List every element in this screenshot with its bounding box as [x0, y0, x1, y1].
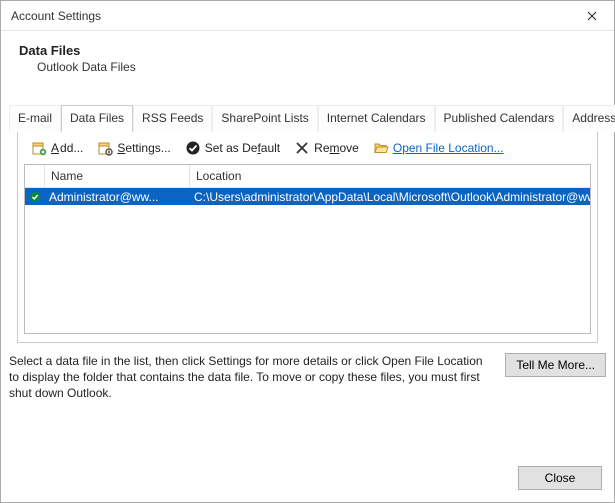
- remove-button[interactable]: Remove: [287, 137, 366, 159]
- list-item[interactable]: Administrator@ww... C:\Users\administrat…: [25, 188, 590, 205]
- remove-label: Remove: [314, 141, 359, 155]
- page-title: Data Files: [19, 43, 596, 58]
- checkmark-circle-icon: [185, 140, 201, 156]
- tab-data-files[interactable]: Data Files: [61, 105, 133, 132]
- row-location: C:\Users\administrator\AppData\Local\Mic…: [190, 189, 590, 205]
- tab-email[interactable]: E-mail: [9, 105, 61, 132]
- default-indicator: [25, 189, 45, 205]
- column-location[interactable]: Location: [190, 165, 590, 188]
- add-label: dd...: [60, 141, 83, 155]
- set-default-label: Set as Default: [205, 141, 280, 155]
- page-subtitle: Outlook Data Files: [37, 60, 596, 74]
- help-text: Select a data file in the list, then cli…: [9, 353, 495, 402]
- window-title: Account Settings: [11, 9, 569, 23]
- open-file-location-button[interactable]: Open File Location...: [366, 137, 511, 159]
- settings-label: Settings...: [117, 141, 170, 155]
- tab-rss-feeds[interactable]: RSS Feeds: [133, 105, 212, 132]
- list-header: Name Location: [25, 165, 590, 188]
- row-name: Administrator@ww...: [45, 189, 190, 205]
- tab-content: A dd... Settings... Set as Default: [17, 132, 598, 343]
- settings-button[interactable]: Settings...: [90, 137, 177, 159]
- close-button[interactable]: Close: [518, 466, 602, 490]
- tab-published-calendars[interactable]: Published Calendars: [435, 105, 564, 132]
- add-button[interactable]: A dd...: [24, 137, 90, 159]
- tab-strip: E-mail Data Files RSS Feeds SharePoint L…: [9, 104, 606, 132]
- column-name[interactable]: Name: [45, 165, 190, 188]
- footer: Close: [518, 466, 602, 490]
- add-file-icon: [31, 140, 47, 156]
- checkmark-circle-icon: [29, 190, 41, 204]
- header: Data Files Outlook Data Files: [1, 31, 614, 80]
- set-default-button[interactable]: Set as Default: [178, 137, 287, 159]
- help-section: Select a data file in the list, then cli…: [1, 343, 614, 402]
- data-files-list: Name Location Administrator@ww... C:\Use…: [24, 164, 591, 334]
- tab-internet-calendars[interactable]: Internet Calendars: [318, 105, 435, 132]
- tell-me-more-button[interactable]: Tell Me More...: [505, 353, 606, 377]
- titlebar: Account Settings: [1, 1, 614, 31]
- delete-icon: [294, 140, 310, 156]
- open-file-location-label: Open File Location...: [393, 141, 504, 155]
- toolbar: A dd... Settings... Set as Default: [18, 132, 597, 164]
- tab-sharepoint-lists[interactable]: SharePoint Lists: [212, 105, 317, 132]
- settings-icon: [97, 140, 113, 156]
- close-window-button[interactable]: [569, 1, 614, 31]
- close-icon: [587, 11, 597, 21]
- folder-open-icon: [373, 140, 389, 156]
- list-body: Administrator@ww... C:\Users\administrat…: [25, 188, 590, 333]
- tab-address-books[interactable]: Address Books: [563, 105, 615, 132]
